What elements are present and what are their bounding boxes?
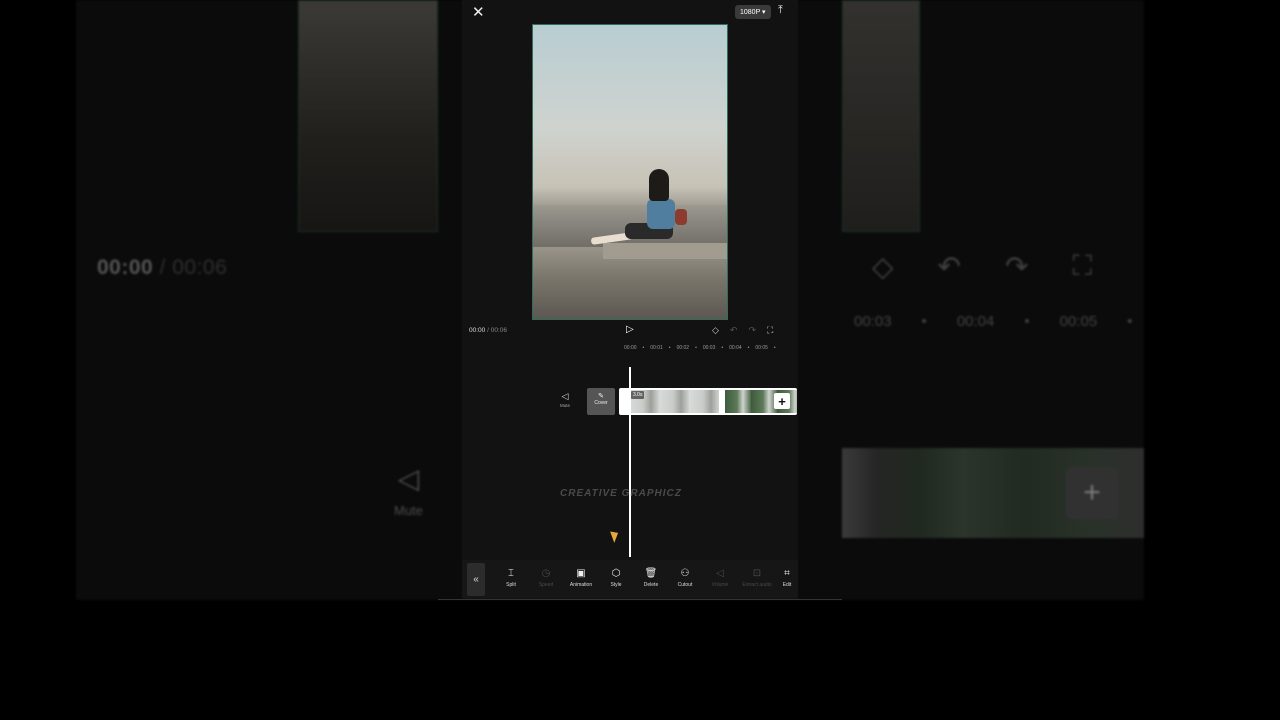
tool-edit[interactable]: ⌗ Edit: [776, 568, 798, 588]
volume-icon: ◁: [716, 568, 724, 579]
player-controls: 00:00 / 00:06 ▷ ◇ ↶ ↷ ⛶: [462, 322, 798, 340]
top-bar: ✕ 1080P ▾ ⤒: [462, 0, 798, 24]
speaker-icon: ◁: [561, 391, 569, 401]
redo-icon[interactable]: ↷: [748, 325, 756, 336]
backdrop-ruler: 00:03 • 00:04 • 00:05 •: [854, 313, 1133, 330]
backdrop-photo-left: [298, 0, 438, 232]
tool-split[interactable]: ⌶ Split: [494, 568, 528, 588]
animation-icon: ▣: [576, 568, 586, 579]
preview-person-head: [649, 169, 669, 201]
preview-person-bag: [675, 209, 687, 225]
cutout-icon: ⚇: [680, 568, 690, 579]
keyframe-icon[interactable]: ◇: [712, 325, 719, 336]
preview-wall: [603, 243, 727, 259]
style-icon: ⬡: [611, 568, 621, 579]
redo-icon: ↷: [1005, 251, 1029, 282]
video-preview[interactable]: [532, 24, 728, 320]
pencil-icon: ✎: [598, 393, 604, 400]
trash-icon: 🗑: [644, 568, 658, 579]
backdrop-photo-right: [842, 0, 920, 232]
tool-cutout[interactable]: ⚇ Cutout: [668, 568, 702, 588]
backdrop-timecode: 00:00 / 00:06: [97, 256, 228, 279]
export-icon[interactable]: ⤒: [778, 4, 783, 17]
play-icon[interactable]: ▷: [626, 324, 634, 335]
pointer-cursor: [610, 529, 621, 543]
tool-style[interactable]: ⬡ Style: [599, 568, 633, 588]
backdrop-icons: ◇ ↶ ↷ ⛶: [872, 250, 1092, 283]
timeline-ruler: 00:00 • 00:01 • 00:02 • 00:03 • 00:04 • …: [624, 345, 776, 351]
undo-icon: ↶: [937, 251, 962, 282]
tool-animation[interactable]: ▣ Animation: [564, 568, 598, 588]
close-icon[interactable]: ✕: [472, 3, 485, 21]
fullscreen-icon: ⛶: [1072, 250, 1093, 281]
backdrop-plus-icon: +: [1066, 467, 1118, 519]
timecode: 00:00 / 00:06: [469, 327, 507, 334]
player-icons: ◇ ↶ ↷ ⛶: [712, 325, 773, 336]
video-clip[interactable]: 3.0s: [619, 388, 797, 415]
backdrop-mute: ◁ Mute: [394, 463, 423, 518]
tool-volume[interactable]: ◁ Volume: [703, 568, 737, 588]
preview-person-body: [647, 199, 675, 229]
extract-audio-icon: ⊡: [752, 568, 762, 579]
watermark: CREATIVE GRAPHICZ: [560, 488, 682, 499]
fullscreen-icon[interactable]: ⛶: [767, 325, 773, 336]
tool-extract-audio[interactable]: ⊡ Extract audio: [740, 568, 774, 588]
split-icon: ⌶: [508, 568, 514, 579]
resolution-button[interactable]: 1080P ▾: [735, 5, 771, 19]
mute-button[interactable]: ◁ Mute: [560, 391, 570, 408]
clip-duration: 3.0s: [631, 391, 645, 399]
tool-delete[interactable]: 🗑 Delete: [634, 568, 668, 588]
collapse-toolbar-button[interactable]: «: [467, 563, 485, 596]
speed-icon: ◷: [541, 568, 551, 579]
undo-icon[interactable]: ↶: [730, 325, 738, 336]
divider: [438, 599, 842, 600]
editor-screen: ✕ 1080P ▾ ⤒ 00:00 / 00:06 ▷ ◇ ↶ ↷ ⛶ 00:0…: [462, 0, 798, 600]
add-clip-button[interactable]: +: [774, 393, 790, 409]
speaker-icon: ◁: [397, 463, 420, 494]
bottom-toolbar: « ⌶ Split ◷ Speed ▣ Animation ⬡ Style 🗑 …: [462, 560, 798, 598]
playhead[interactable]: [629, 367, 631, 557]
cover-button[interactable]: ✎ Cover: [587, 388, 615, 415]
tool-speed[interactable]: ◷ Speed: [529, 568, 563, 588]
crop-icon: ⌗: [784, 568, 790, 579]
keyframe-icon: ◇: [872, 251, 894, 282]
